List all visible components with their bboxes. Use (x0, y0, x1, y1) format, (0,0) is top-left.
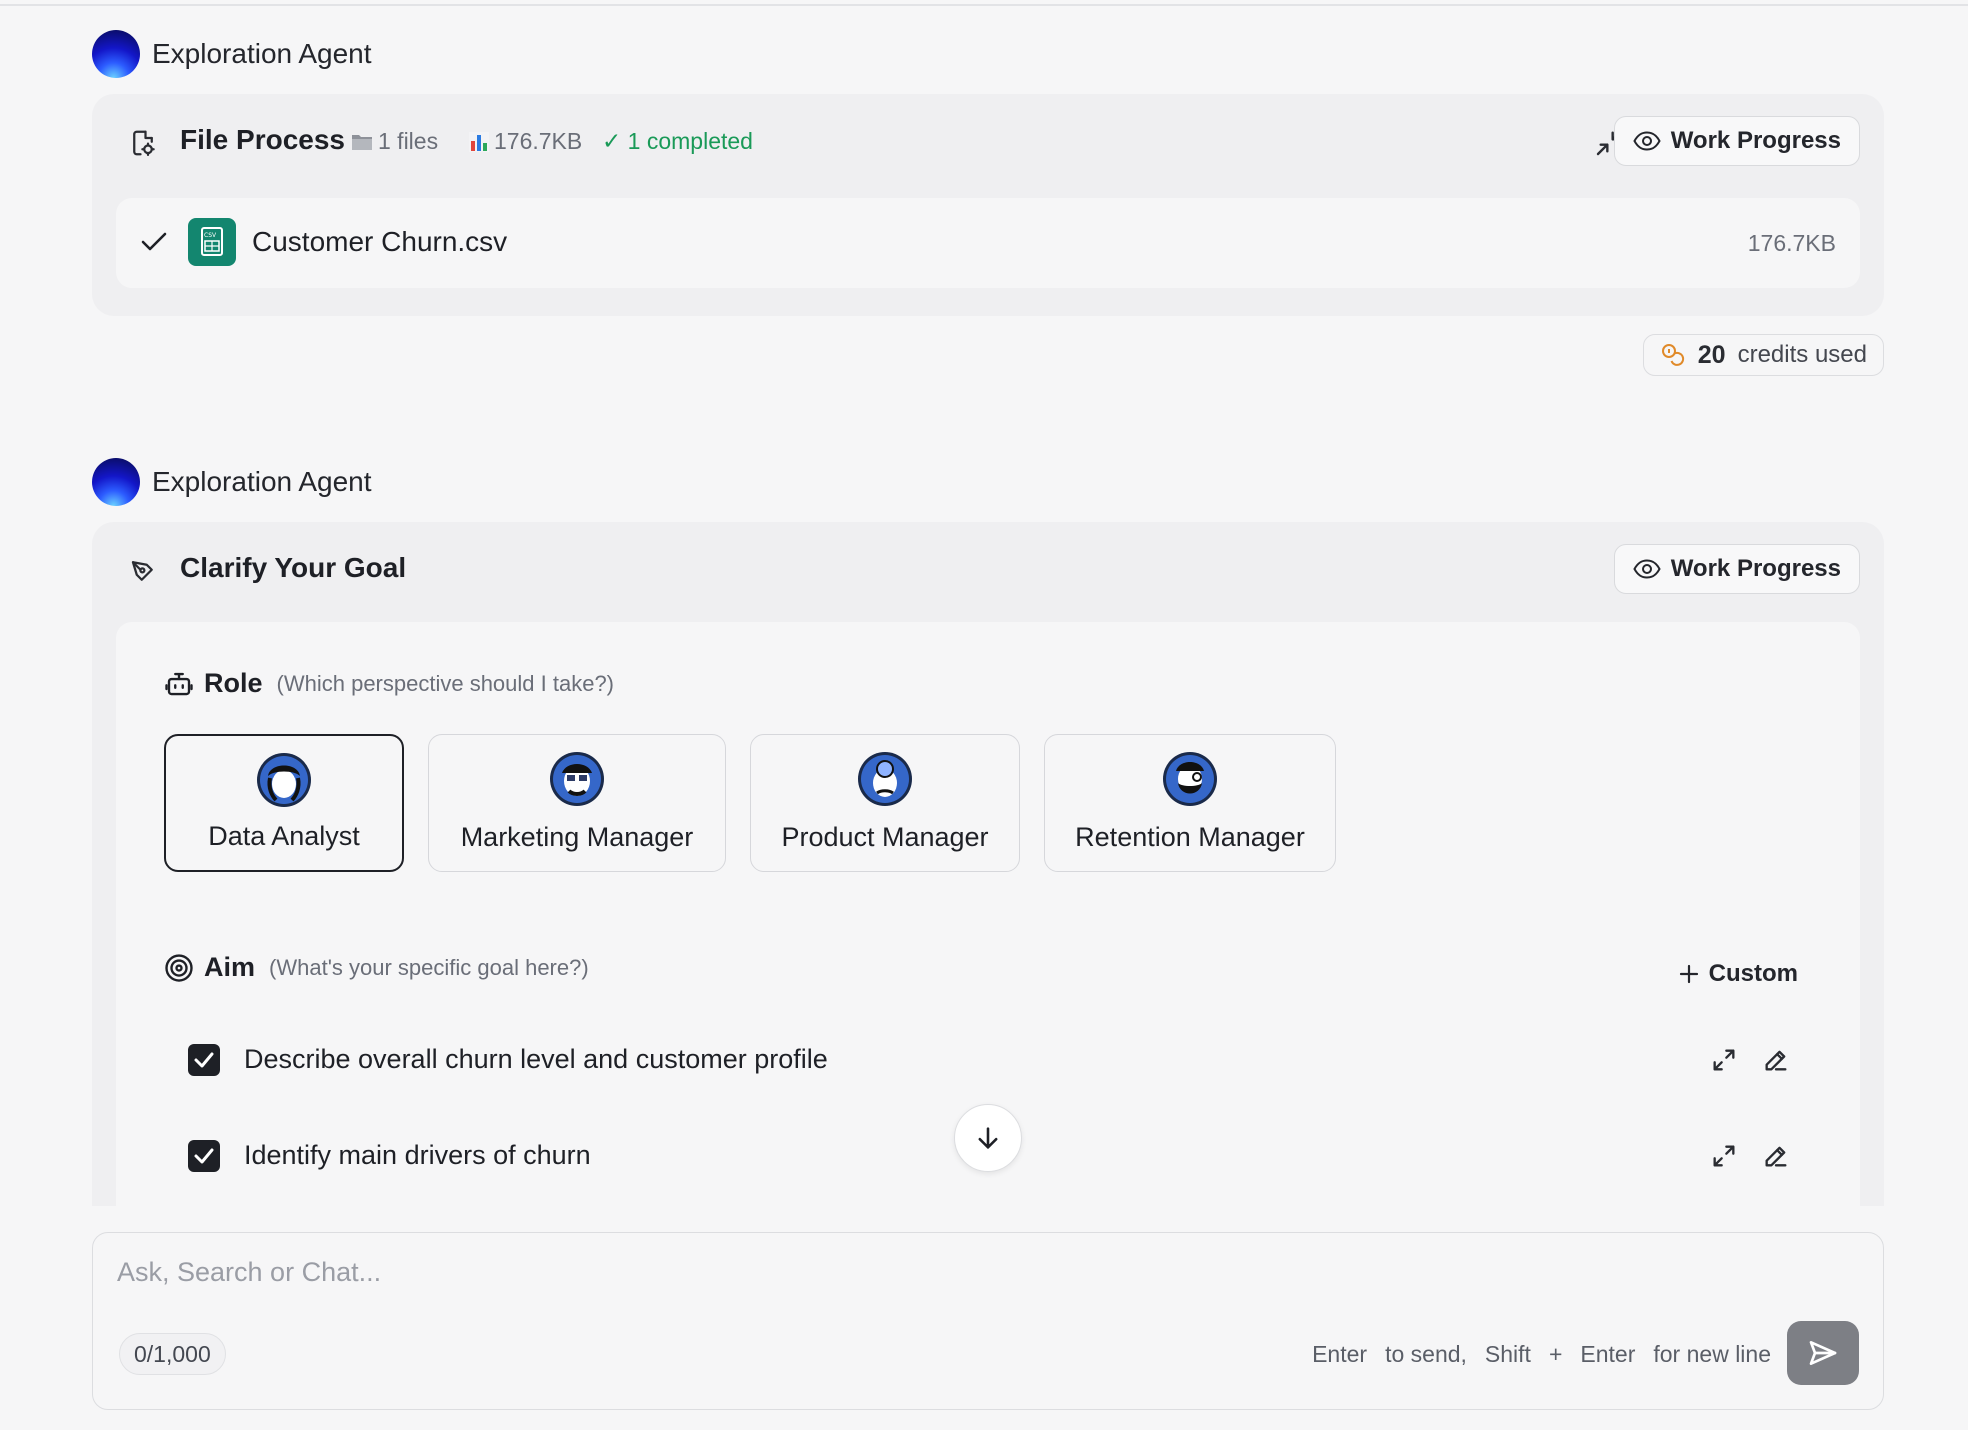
scroll-down-button[interactable] (954, 1104, 1022, 1172)
role-option-data-analyst[interactable]: Data Analyst (164, 734, 404, 872)
role-option-product-manager[interactable]: Product Manager (750, 734, 1020, 872)
aim-checkbox[interactable] (188, 1044, 220, 1076)
data-analyst-avatar-icon (257, 753, 311, 807)
pen-tool-icon (131, 561, 153, 581)
agent-avatar (92, 458, 140, 506)
credits-badge: 20 credits used (1642, 334, 1884, 376)
clarify-goal-title: Clarify Your Goal (180, 552, 407, 583)
files-count: 1 files (350, 128, 438, 155)
total-size: 176.7KB (468, 128, 582, 155)
completed-status: ✓ 1 completed (602, 128, 753, 154)
aim-item-text: Identify main drivers of churn (244, 1140, 591, 1170)
agent-header: Exploration Agent (92, 458, 372, 506)
robot-icon (165, 672, 193, 695)
file-process-title: File Process (180, 124, 345, 155)
agent-header: Exploration Agent (92, 30, 372, 78)
aim-item: Describe overall churn level and custome… (188, 1042, 1790, 1082)
chat-input[interactable] (117, 1257, 1417, 1288)
file-process-card: File Process 1 files 176.7KB ✓ 1 complet… (92, 94, 1884, 316)
role-section-label: Role (Which perspective should I take?) (164, 668, 614, 699)
arrow-down-icon (978, 1127, 998, 1149)
work-progress-button[interactable]: Work Progress (1613, 544, 1860, 594)
add-custom-aim-button[interactable]: Custom (1679, 960, 1798, 988)
coins-icon (1661, 344, 1684, 366)
check-icon (141, 232, 167, 251)
send-button[interactable] (1787, 1321, 1859, 1385)
eye-icon (1633, 131, 1661, 151)
keyboard-hint: Enter to send, Shift + Enter for new lin… (1312, 1341, 1771, 1367)
retention-manager-avatar-icon (1163, 752, 1217, 806)
role-option-marketing-manager[interactable]: Marketing Manager (428, 734, 726, 872)
file-name[interactable]: Customer Churn.csv (252, 226, 507, 258)
expand-icon[interactable] (1710, 1142, 1738, 1170)
file-process-header: File Process 1 files 176.7KB ✓ 1 complet… (92, 94, 1884, 194)
send-icon (1809, 1341, 1837, 1365)
agent-avatar (92, 30, 140, 78)
file-size: 176.7KB (1747, 230, 1836, 256)
bar-chart-icon (469, 131, 489, 152)
csv-file-icon: CSV (188, 218, 236, 266)
agent-name: Exploration Agent (152, 38, 372, 69)
top-divider (0, 4, 1968, 6)
expand-icon[interactable] (1710, 1046, 1738, 1074)
file-row: CSV Customer Churn.csv 176.7KB (116, 198, 1860, 288)
work-progress-button[interactable]: Work Progress (1613, 116, 1860, 166)
clarify-goal-header: Clarify Your Goal Work Progress (92, 522, 1884, 622)
chat-input-box: 0/1,000 Enter to send, Shift + Enter for… (92, 1232, 1884, 1410)
role-option-retention-manager[interactable]: Retention Manager (1044, 734, 1336, 872)
credits-amount: 20 (1697, 340, 1726, 369)
aim-section-label: Aim (What's your specific goal here?) (164, 952, 589, 983)
agent-name: Exploration Agent (152, 466, 372, 497)
marketing-manager-avatar-icon (550, 752, 604, 806)
edit-pencil-icon[interactable] (1762, 1142, 1790, 1170)
target-icon (165, 953, 193, 982)
file-process-icon (133, 130, 155, 156)
aim-checkbox[interactable] (188, 1140, 220, 1172)
credits-label: credits used (1737, 341, 1867, 368)
char-counter: 0/1,000 (119, 1333, 226, 1375)
svg-text:CSV: CSV (204, 232, 217, 239)
product-manager-avatar-icon (858, 752, 912, 806)
plus-icon (1679, 964, 1698, 984)
folder-icon (352, 134, 372, 150)
edit-pencil-icon[interactable] (1762, 1046, 1790, 1074)
eye-icon (1633, 559, 1661, 579)
aim-item-text: Describe overall churn level and custome… (244, 1044, 828, 1074)
